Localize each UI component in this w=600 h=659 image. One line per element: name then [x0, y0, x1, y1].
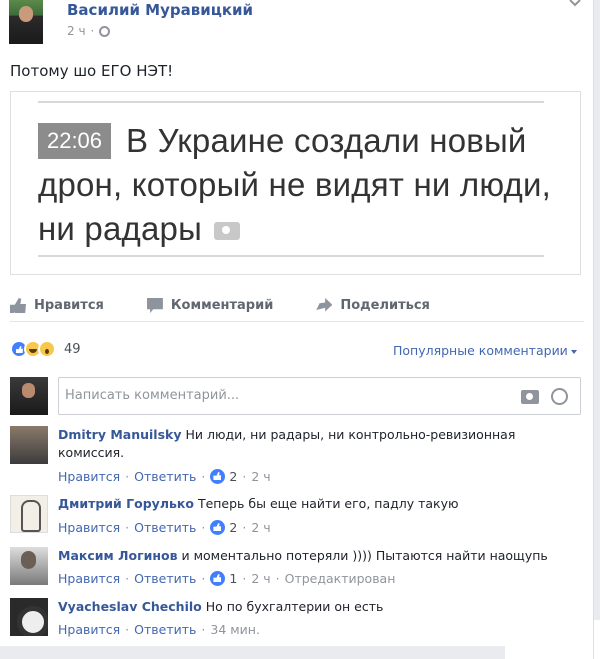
comment-edited-label[interactable]: Отредактирован	[285, 571, 396, 586]
post-text: Потому шо ЕГО НЭТ!	[10, 62, 174, 80]
post-card: Василий Муравицкий 2 ч · Потому шо ЕГО Н…	[0, 0, 594, 659]
comment-meta: Нравится · Ответить · 2 · 2 ч	[58, 520, 271, 535]
like-reaction-icon	[210, 571, 226, 586]
comment-icon	[146, 298, 163, 313]
comment-reply-link[interactable]: Ответить	[134, 520, 196, 535]
share-button[interactable]: Поделиться	[316, 298, 430, 313]
post-meta: 2 ч ·	[67, 24, 111, 38]
comment-button[interactable]: Комментарий	[146, 298, 273, 313]
comment-like-link[interactable]: Нравится	[58, 622, 120, 637]
comment-like-count[interactable]: 1	[229, 571, 237, 586]
comment-time[interactable]: 2 ч	[251, 520, 270, 535]
chevron-down-icon[interactable]	[568, 0, 582, 8]
like-button[interactable]: Нравится	[10, 298, 104, 313]
globe-icon[interactable]	[99, 25, 111, 37]
comment-reply-link[interactable]: Ответить	[134, 571, 196, 586]
wow-reaction-icon	[38, 340, 56, 358]
comment-text: Но по бухгалтерии он есть	[205, 599, 384, 614]
comment-like-link[interactable]: Нравится	[58, 469, 120, 484]
comment-like-count[interactable]: 2	[229, 520, 237, 535]
thumbs-up-icon	[10, 298, 26, 313]
share-icon	[316, 298, 333, 312]
comment-like-count[interactable]: 2	[229, 469, 237, 484]
action-bar: Нравится Комментарий Поделиться	[10, 290, 584, 322]
caret-down-icon	[570, 349, 577, 354]
comment-text: и моментально потеряли )))) Пытаются най…	[181, 548, 548, 563]
comment-sort-dropdown[interactable]: Популярные комментарии	[393, 343, 577, 358]
emoji-icon[interactable]	[551, 388, 568, 405]
comment-text: Теперь бы еще найти его, падлу такую	[197, 496, 459, 511]
current-user-avatar	[10, 377, 48, 415]
like-reaction-icon	[210, 520, 226, 535]
commenter-avatar[interactable]	[10, 495, 48, 533]
comment-like-link[interactable]: Нравится	[58, 571, 120, 586]
comment-placeholder: Написать комментарий...	[65, 388, 240, 403]
commenter-name[interactable]: Vyacheslav Chechilo	[58, 599, 202, 614]
author-name[interactable]: Василий Муравицкий	[67, 0, 253, 20]
comment-meta: Нравится · Ответить · 2 · 2 ч	[58, 469, 271, 484]
commenter-avatar[interactable]	[10, 547, 48, 585]
commenter-name[interactable]: Максим Логинов	[58, 548, 178, 563]
comment-time[interactable]: 2 ч	[251, 571, 270, 586]
commenter-avatar[interactable]	[10, 598, 48, 636]
comment-like-link[interactable]: Нравится	[58, 520, 120, 535]
author-avatar[interactable]	[9, 0, 43, 44]
reactions-summary[interactable]: 49	[10, 340, 81, 358]
post-image[interactable]: 22:06 В Украине создали новый дрон, кото…	[10, 91, 581, 275]
commenter-avatar[interactable]	[10, 426, 48, 464]
comment-meta: Нравится · Ответить · 1 · 2 ч · Отредактиров…	[58, 571, 396, 586]
camera-icon	[214, 222, 241, 241]
commenter-name[interactable]: Dmitry Manuilsky	[58, 427, 181, 442]
comment-reply-link[interactable]: Ответить	[134, 622, 196, 637]
camera-icon[interactable]	[521, 390, 539, 404]
reaction-count: 49	[64, 341, 81, 357]
comment-input[interactable]: Написать комментарий...	[58, 377, 581, 415]
comment-time[interactable]: 34 мин.	[210, 622, 260, 637]
page-background	[0, 646, 505, 659]
comment-reply-link[interactable]: Ответить	[134, 469, 196, 484]
like-reaction-icon	[210, 469, 226, 484]
post-time[interactable]: 2 ч	[67, 24, 86, 38]
page-background	[594, 0, 600, 620]
image-headline: В Украине создали новый дрон, который не…	[38, 122, 552, 247]
comment-meta: Нравится · Ответить · 34 мин.	[58, 622, 260, 637]
commenter-name[interactable]: Дмитрий Горулько	[58, 496, 194, 511]
comment-time[interactable]: 2 ч	[251, 469, 270, 484]
